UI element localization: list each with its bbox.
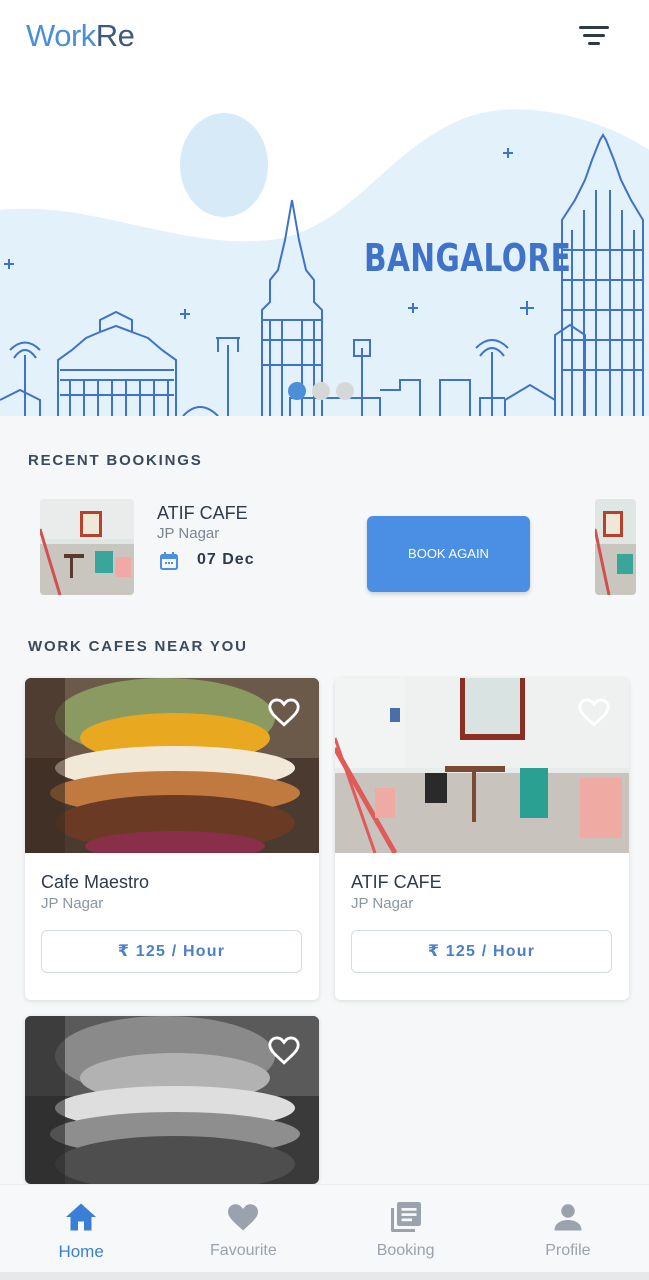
bottom-navigation: Home Favourite Booking Profile (0, 1184, 649, 1272)
filter-menu-button[interactable] (574, 22, 614, 52)
carousel-dot-3[interactable] (336, 382, 354, 400)
nearby-cafes-title: WORK CAFES NEAR YOU (28, 638, 248, 655)
cafe-card-price-button[interactable]: ₹ 125 / Hour (351, 930, 612, 973)
heart-icon (228, 1204, 259, 1231)
carousel-dot-2[interactable] (312, 382, 330, 400)
logo-text-work: Work (26, 18, 96, 53)
hero-city-title: BANGALORE (364, 236, 572, 280)
nav-booking[interactable]: Booking (325, 1185, 487, 1272)
favourite-heart-icon[interactable] (577, 696, 611, 728)
nav-profile-label: Profile (545, 1242, 591, 1259)
home-icon (66, 1203, 97, 1231)
nav-booking-label: Booking (376, 1242, 435, 1259)
cafe-photo (40, 499, 134, 595)
filter-line-1 (579, 26, 609, 29)
cafe-card-location: JP Nagar (351, 895, 414, 912)
cafe-card-image (335, 678, 629, 853)
system-nav-strip (0, 1272, 649, 1280)
favourite-heart-icon[interactable] (267, 1034, 301, 1066)
cafe-card-price-button[interactable]: ₹ 125 / Hour (41, 930, 302, 973)
cafe-card-image (25, 678, 319, 853)
booking-icon (390, 1202, 421, 1232)
hero-banner[interactable]: BANGALORE (0, 80, 649, 416)
cafe-card[interactable]: Cafe Maestro JP Nagar ₹ 125 / Hour (25, 678, 319, 1000)
favourite-heart-icon[interactable] (267, 696, 301, 728)
cafe-card[interactable] (25, 1016, 319, 1184)
cafe-card-name: ATIF CAFE (351, 872, 442, 892)
cafe-card-name: Cafe Maestro (41, 872, 150, 892)
recent-booking-thumbnail-next[interactable] (595, 499, 636, 595)
recent-booking-date: 07 Dec (197, 551, 255, 568)
calendar-icon (160, 552, 178, 570)
carousel-dot-1[interactable] (288, 382, 306, 400)
app-logo[interactable]: WorkRe (26, 18, 135, 54)
cafe-photo (595, 499, 636, 595)
cafe-card-image (25, 1016, 319, 1184)
nav-favourite-label: Favourite (210, 1242, 277, 1259)
cafe-card-location: JP Nagar (41, 895, 104, 912)
filter-line-3 (588, 42, 600, 45)
carousel-indicator (288, 382, 354, 400)
nav-home-label: Home (58, 1242, 104, 1261)
recent-booking-thumbnail[interactable] (40, 499, 134, 595)
recent-booking-location: JP Nagar (157, 525, 220, 542)
profile-icon (554, 1204, 582, 1231)
cafe-card[interactable]: ATIF CAFE JP Nagar ₹ 125 / Hour (335, 678, 629, 1000)
nav-home[interactable]: Home (0, 1185, 162, 1272)
nav-favourite[interactable]: Favourite (162, 1185, 324, 1272)
nav-profile[interactable]: Profile (487, 1185, 649, 1272)
book-again-button[interactable]: BOOK AGAIN (367, 516, 530, 592)
recent-booking-name: ATIF CAFE (157, 503, 248, 523)
recent-bookings-title: RECENT BOOKINGS (28, 452, 203, 469)
filter-line-2 (583, 34, 605, 37)
app-header: WorkRe (0, 0, 649, 80)
logo-text-re: Re (95, 18, 135, 53)
